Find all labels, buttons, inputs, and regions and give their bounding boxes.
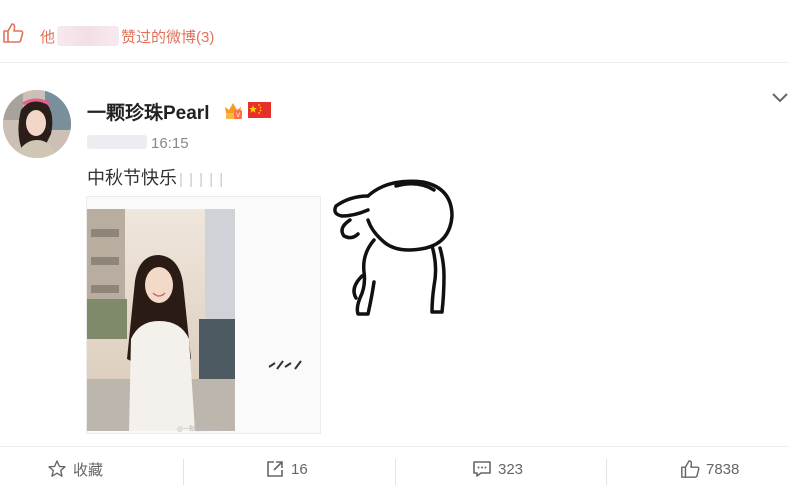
post-time[interactable]: 16:15	[151, 135, 189, 152]
star-icon	[48, 460, 66, 477]
avatar[interactable]	[3, 90, 71, 158]
liked-suffix: 赞过的微博(3)	[121, 29, 215, 46]
comment-count: 323	[498, 460, 524, 478]
post-photo[interactable]	[87, 209, 235, 431]
thumb-up-icon	[3, 23, 24, 43]
china-flag-icon	[248, 102, 271, 118]
favorite-label: 收藏	[73, 461, 104, 479]
liked-prefix: 他	[40, 29, 56, 46]
thumb-up-icon	[681, 460, 700, 478]
comment-icon	[473, 461, 491, 477]
repost-count: 16	[291, 460, 308, 478]
photo-overlay-sticker	[268, 360, 302, 370]
divider	[183, 459, 184, 485]
repost-button[interactable]: 16	[265, 459, 308, 479]
action-bar: 收藏 16 323 7838	[0, 446, 789, 488]
liked-by-link[interactable]: 他 赞过的微博(3)	[40, 26, 214, 47]
like-button[interactable]: 7838	[680, 459, 739, 479]
image-watermark: @一颗珍珠Pearl	[177, 427, 222, 433]
blurred-username	[57, 26, 120, 46]
post-text-content: 中秋节快乐	[87, 168, 177, 188]
favorite-button[interactable]: 收藏	[47, 459, 103, 479]
avatar-photo	[3, 90, 71, 158]
blurred-date	[87, 135, 147, 149]
liked-header: 他 赞过的微博(3)	[0, 0, 789, 63]
doodle-sticker	[333, 179, 454, 316]
like-count: 7838	[706, 460, 740, 478]
post-time-row: 16:15	[87, 135, 189, 153]
username[interactable]: 一颗珍珠Pearl	[87, 98, 209, 125]
chevron-down-icon[interactable]	[770, 90, 789, 106]
post-text-blur: | | | | |	[179, 171, 225, 188]
comment-button[interactable]: 323	[472, 459, 523, 479]
vip-badge-icon[interactable]: V	[222, 99, 244, 121]
divider	[606, 459, 607, 485]
repost-icon	[267, 461, 283, 477]
divider	[395, 459, 396, 485]
post-text: 中秋节快乐 | | | | |	[87, 164, 224, 190]
post-image-frame[interactable]	[86, 196, 321, 434]
